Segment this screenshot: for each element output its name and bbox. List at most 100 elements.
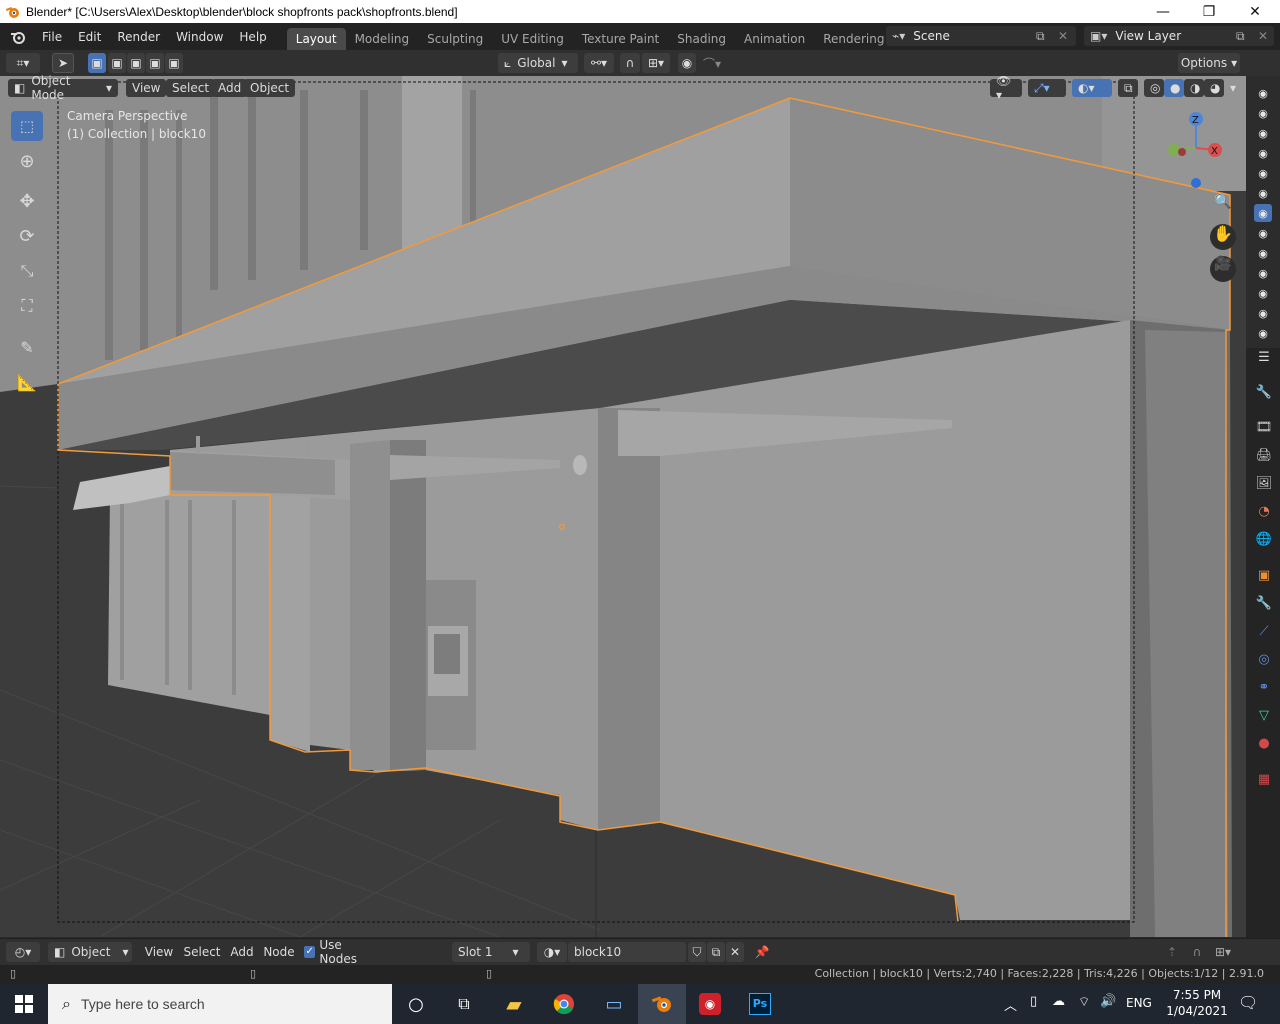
viewport-menu-object[interactable]: Object xyxy=(244,79,296,97)
select-mode-intersect-button[interactable]: ▣ xyxy=(165,53,183,73)
use-nodes-toggle[interactable]: ✓ Use Nodes xyxy=(304,938,380,966)
tool-annotate[interactable]: ✎ xyxy=(11,332,43,362)
visibility-eye-icon[interactable]: ◉ xyxy=(1254,304,1272,322)
tab-modeling[interactable]: Modeling xyxy=(346,28,419,50)
chrome-taskbar[interactable] xyxy=(540,984,588,1024)
viewport-menu-select[interactable]: Select xyxy=(166,79,216,97)
pivot-point-dropdown[interactable]: ⚯▾ xyxy=(584,53,614,73)
3d-viewport[interactable] xyxy=(0,76,1280,937)
camera-view-icon[interactable]: 🎥 xyxy=(1210,256,1236,282)
snap-element-dropdown[interactable]: ⊞▾ xyxy=(1208,942,1238,962)
tool-measure[interactable]: 📐 xyxy=(11,367,43,397)
visibility-eye-icon[interactable]: ◉ xyxy=(1254,244,1272,262)
scene-properties-icon[interactable]: ◔ xyxy=(1254,500,1274,522)
tool-select-box[interactable]: ⬚ xyxy=(11,111,43,141)
visibility-eye-icon[interactable]: ◉ xyxy=(1254,324,1272,342)
snap-target-dropdown[interactable]: ⊞▾ xyxy=(642,53,670,73)
tab-texture-paint[interactable]: Texture Paint xyxy=(573,28,668,50)
select-mode-extend-button[interactable]: ▣ xyxy=(108,53,126,73)
select-mode-new-button[interactable]: ▣ xyxy=(88,53,106,73)
data-properties-icon[interactable]: ▽ xyxy=(1254,704,1274,726)
select-mode-invert-button[interactable]: ▣ xyxy=(146,53,164,73)
snap-toggle[interactable]: ∩ xyxy=(620,53,640,73)
use-nodes-checkbox[interactable]: ✓ xyxy=(304,946,316,958)
visibility-dropdown[interactable]: 👁▾ xyxy=(990,74,1022,102)
visibility-eye-icon[interactable]: ◉ xyxy=(1254,104,1272,122)
visibility-eye-icon[interactable]: ◉ xyxy=(1254,224,1272,242)
menu-file[interactable]: File xyxy=(34,30,70,44)
menu-help[interactable]: Help xyxy=(231,30,274,44)
task-view-button[interactable]: ⧉ xyxy=(440,984,488,1024)
visibility-eye-icon[interactable]: ◉ xyxy=(1254,204,1272,222)
visibility-eye-icon[interactable]: ◉ xyxy=(1254,164,1272,182)
render-properties-icon[interactable]: 🎞 xyxy=(1254,416,1274,438)
options-dropdown[interactable]: Options ▾ xyxy=(1178,53,1240,73)
shader-menu-node[interactable]: Node xyxy=(262,942,296,962)
material-name-field[interactable]: block10 xyxy=(568,942,686,962)
shading-solid-button[interactable]: ● xyxy=(1164,79,1184,97)
tab-layout[interactable]: Layout xyxy=(286,28,346,50)
overlay-toggle[interactable]: ◐▾ xyxy=(1072,79,1112,97)
proportional-edit-toggle[interactable]: ◉ xyxy=(678,53,696,73)
view-layer-selector[interactable]: ▣▾ View Layer ⧉ ✕ xyxy=(1084,26,1274,46)
volume-icon[interactable]: 🔊 xyxy=(1100,994,1116,1009)
remote-desktop-taskbar[interactable]: ▭ xyxy=(590,984,638,1024)
object-properties-icon[interactable]: ▣ xyxy=(1254,564,1274,586)
parent-node-tree-button[interactable]: ⇡ xyxy=(1162,942,1182,962)
shader-menu-view[interactable]: View xyxy=(142,942,176,962)
photoshop-taskbar[interactable]: Ps xyxy=(736,984,784,1024)
visibility-eye-icon[interactable]: ◉ xyxy=(1254,144,1272,162)
pin-button[interactable]: 📌 xyxy=(752,942,772,962)
transform-orientation-dropdown[interactable]: ⟀ Global ▾ xyxy=(498,53,578,73)
shading-material-button[interactable]: ◑ xyxy=(1184,79,1204,97)
tab-shading[interactable]: Shading xyxy=(668,28,735,50)
gizmo-toggle[interactable]: ⤢▾ xyxy=(1028,79,1066,97)
shading-rendered-button[interactable]: ◕ xyxy=(1204,79,1224,97)
visibility-eye-icon[interactable]: ◉ xyxy=(1254,264,1272,282)
output-properties-icon[interactable]: 🖨 xyxy=(1254,444,1274,466)
view-layer-properties-icon[interactable]: 🖼 xyxy=(1254,472,1274,494)
xray-toggle[interactable]: ⧉ xyxy=(1118,79,1138,97)
properties-editor-icon[interactable]: ☰ xyxy=(1254,346,1274,368)
unlink-material-button[interactable]: ✕ xyxy=(726,942,744,962)
minimize-button[interactable]: — xyxy=(1140,0,1186,23)
viewport-menu-add[interactable]: Add xyxy=(212,79,248,97)
texture-properties-icon[interactable]: ▦ xyxy=(1254,768,1274,790)
shader-type-dropdown[interactable]: ◧ Object ▾ xyxy=(48,942,132,962)
world-properties-icon[interactable]: 🌐 xyxy=(1254,528,1274,550)
system-clock[interactable]: 7:55 PM 1/04/2021 xyxy=(1160,987,1234,1019)
physics-properties-icon[interactable]: ◎ xyxy=(1254,648,1274,670)
tool-cursor[interactable]: ⊕ xyxy=(11,146,43,176)
duplicate-view-layer-icon[interactable]: ⧉ xyxy=(1236,29,1245,44)
tool-move[interactable]: ✥ xyxy=(11,186,43,216)
scene-selector[interactable]: ⌁▾ Scene ⧉ ✕ xyxy=(886,26,1076,46)
taskbar-search-box[interactable]: ⌕ Type here to search xyxy=(48,984,392,1024)
duplicate-scene-icon[interactable]: ⧉ xyxy=(1036,29,1045,44)
tool-rotate[interactable]: ⟳ xyxy=(11,221,43,251)
tab-uv-editing[interactable]: UV Editing xyxy=(492,28,573,50)
blender-taskbar[interactable] xyxy=(638,984,686,1024)
input-language[interactable]: ENG xyxy=(1126,996,1152,1010)
falloff-dropdown[interactable]: ⌒▾ xyxy=(698,53,726,73)
remove-scene-icon[interactable]: ✕ xyxy=(1058,29,1068,43)
snap-toggle-nodes[interactable]: ∩ xyxy=(1186,942,1208,962)
tool-settings-icon[interactable]: 🔧 xyxy=(1254,381,1274,403)
notification-center-icon[interactable]: 🗨 xyxy=(1238,993,1258,1012)
menu-window[interactable]: Window xyxy=(168,30,231,44)
shader-menu-add[interactable]: Add xyxy=(228,942,256,962)
start-button[interactable] xyxy=(0,984,48,1024)
menu-edit[interactable]: Edit xyxy=(70,30,109,44)
wifi-icon[interactable]: ⌔ xyxy=(1078,994,1090,1010)
pan-hand-icon[interactable]: ✋ xyxy=(1210,224,1236,250)
browse-material-button[interactable]: ◑▾ xyxy=(537,942,567,962)
remove-view-layer-icon[interactable]: ✕ xyxy=(1258,29,1268,43)
zoom-icon[interactable]: 🔍 xyxy=(1212,194,1234,216)
tab-sculpting[interactable]: Sculpting xyxy=(418,28,492,50)
particle-properties-icon[interactable]: ⟋ xyxy=(1254,620,1274,642)
visibility-eye-icon[interactable]: ◉ xyxy=(1254,284,1272,302)
visibility-eye-icon[interactable]: ◉ xyxy=(1254,184,1272,202)
select-mode-subtract-button[interactable]: ▣ xyxy=(127,53,145,73)
tab-rendering[interactable]: Rendering xyxy=(814,28,893,50)
tab-animation[interactable]: Animation xyxy=(735,28,814,50)
show-hidden-icons[interactable]: ︿ xyxy=(1004,995,1017,1014)
